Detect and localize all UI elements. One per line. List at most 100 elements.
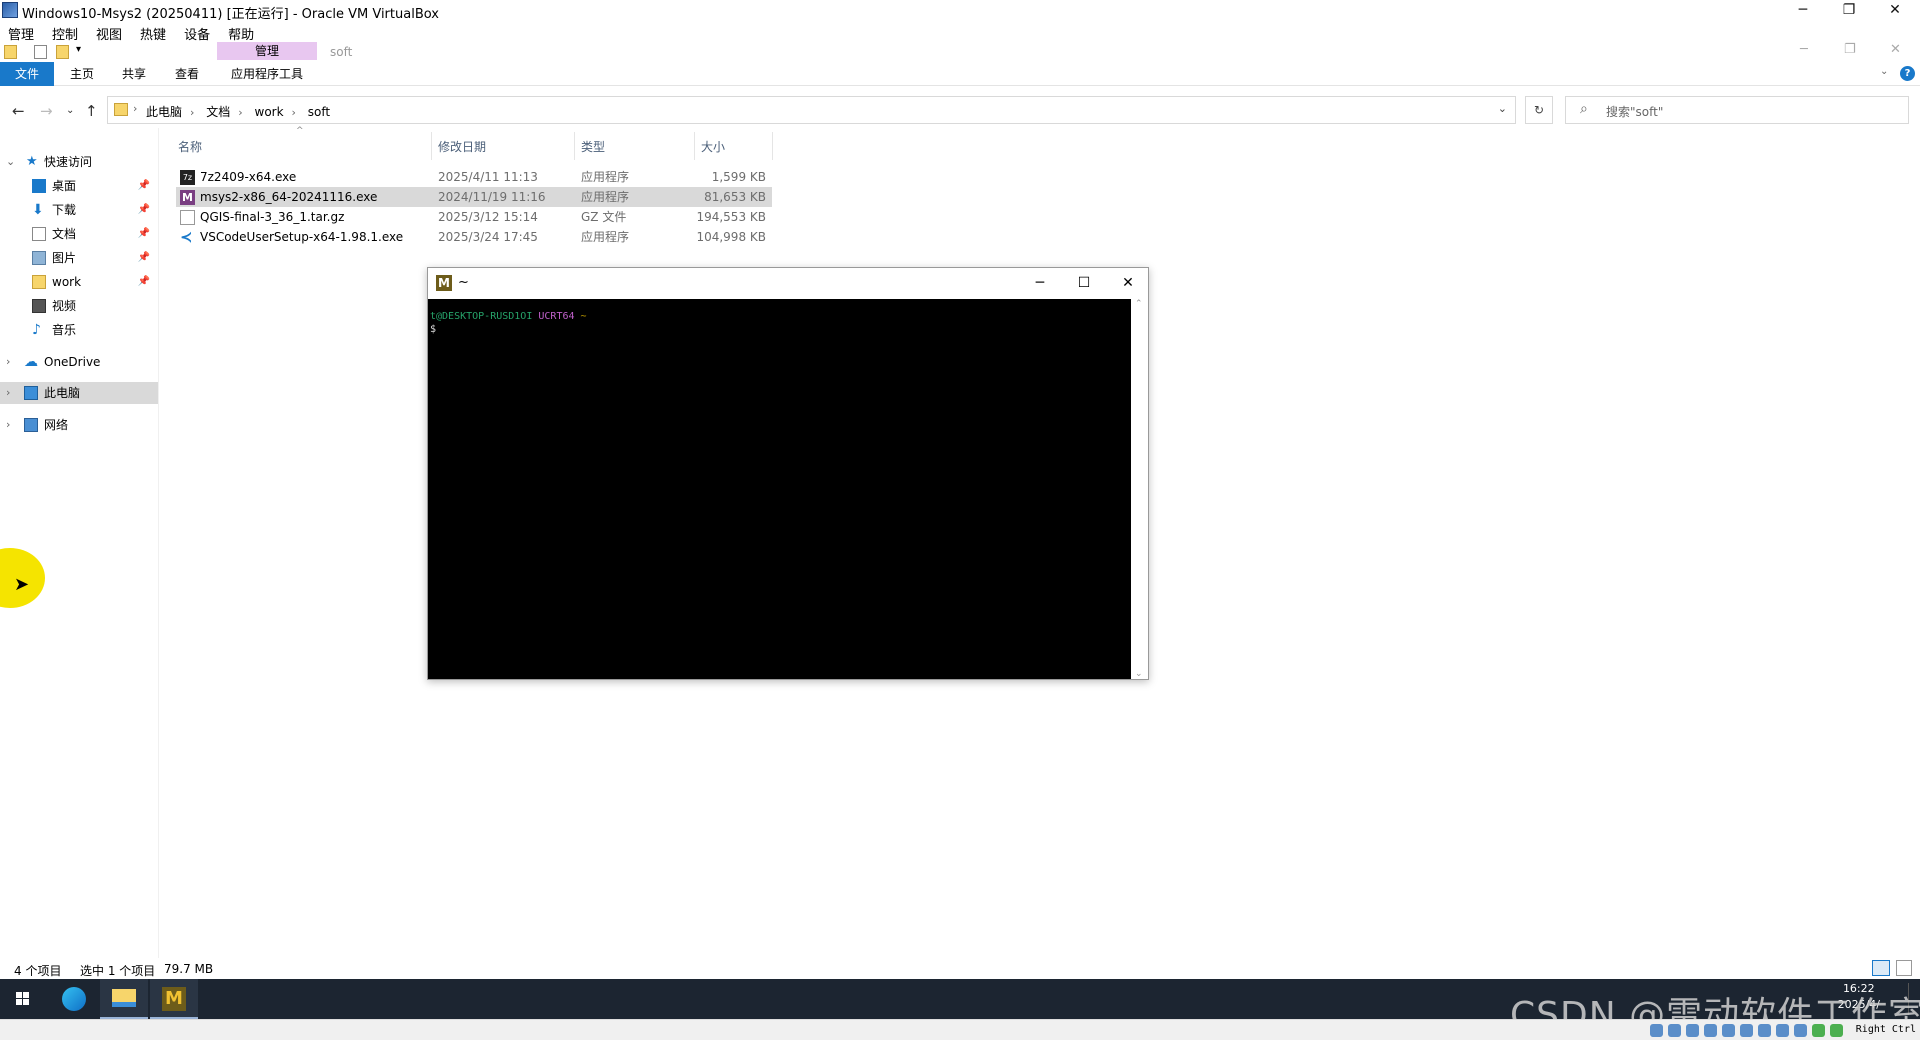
nav-network[interactable]: › 网络 — [0, 414, 158, 436]
display-icon[interactable] — [1758, 1024, 1771, 1037]
chevron-down-icon[interactable]: ⌄ — [1498, 102, 1507, 115]
properties-icon[interactable] — [34, 45, 47, 59]
address-bar[interactable]: › 此电脑 › 文档 › work › soft ⌄ — [107, 96, 1516, 124]
optical-drive-icon[interactable] — [1668, 1024, 1681, 1037]
column-type[interactable]: 类型 — [581, 138, 605, 155]
breadcrumb-soft[interactable]: soft — [308, 105, 330, 119]
tab-home[interactable]: 主页 — [58, 62, 106, 86]
nav-work[interactable]: work 📌 — [0, 271, 158, 293]
breadcrumb-work[interactable]: work — [255, 105, 284, 119]
chevron-right-icon[interactable]: › — [6, 414, 10, 436]
terminal-minimize-button[interactable]: ─ — [1018, 272, 1062, 294]
tab-file[interactable]: 文件 — [0, 62, 54, 86]
menu-control[interactable]: 控制 — [44, 22, 88, 43]
recent-locations-icon[interactable]: ⌄ — [66, 105, 74, 116]
shared-folders-icon[interactable] — [1740, 1024, 1753, 1037]
explorer-restore-button[interactable]: ❐ — [1844, 42, 1856, 57]
menu-help[interactable]: 帮助 — [220, 22, 264, 43]
nav-documents[interactable]: 文档 📌 — [0, 223, 158, 245]
terminal-titlebar[interactable]: M ~ ─ ☐ ✕ — [428, 268, 1148, 298]
refresh-button[interactable]: ↻ — [1525, 96, 1553, 124]
nav-downloads[interactable]: ⬇ 下载 📌 — [0, 199, 158, 221]
scroll-down-icon[interactable]: ⌄ — [1135, 669, 1143, 679]
terminal-maximize-button[interactable]: ☐ — [1062, 272, 1106, 294]
menu-view[interactable]: 视图 — [88, 22, 132, 43]
file-row[interactable]: M msys2-x86_64-20241116.exe 2024/11/19 1… — [176, 187, 772, 207]
pin-icon[interactable]: 📌 — [138, 199, 150, 221]
back-arrow-icon[interactable]: ← — [12, 102, 25, 120]
hdd-icon[interactable] — [1650, 1024, 1663, 1037]
column-size[interactable]: 大小 — [701, 138, 725, 155]
file-row[interactable]: QGIS-final-3_36_1.tar.gz 2025/3/12 15:14… — [176, 207, 772, 227]
menu-manage[interactable]: 管理 — [0, 22, 44, 43]
chevron-right-icon[interactable]: › — [6, 351, 10, 373]
chevron-right-icon[interactable]: › — [292, 106, 296, 119]
terminal-screen[interactable]: t@DESKTOP-RUSD1OI UCRT64 ~ $ — [428, 299, 1131, 679]
keyboard-icon[interactable] — [1830, 1024, 1843, 1037]
explorer-close-button[interactable]: ✕ — [1890, 42, 1901, 57]
forward-arrow-icon[interactable]: → — [40, 102, 53, 120]
restore-button[interactable]: ❐ — [1826, 0, 1872, 22]
usb-icon[interactable] — [1722, 1024, 1735, 1037]
details-view-icon[interactable] — [1872, 960, 1890, 976]
terminal-close-button[interactable]: ✕ — [1106, 272, 1150, 294]
cpu-icon[interactable] — [1794, 1024, 1807, 1037]
pin-icon[interactable]: 📌 — [138, 247, 150, 269]
network-adapter-icon[interactable] — [1704, 1024, 1717, 1037]
tab-view[interactable]: 查看 — [162, 62, 212, 86]
tab-app-tools[interactable]: 应用程序工具 — [217, 62, 317, 86]
nav-music[interactable]: ♪ 音乐 — [0, 319, 158, 341]
pin-icon[interactable]: 📌 — [138, 223, 150, 245]
nav-pictures[interactable]: 图片 📌 — [0, 247, 158, 269]
column-divider[interactable] — [574, 132, 575, 160]
breadcrumb-documents[interactable]: 文档 — [206, 105, 230, 119]
explorer-minimize-button[interactable]: ─ — [1800, 42, 1808, 57]
nav-desktop[interactable]: 桌面 📌 — [0, 175, 158, 197]
pin-icon[interactable]: 📌 — [138, 175, 150, 197]
nav-quick-access[interactable]: ⌄ ★ 快速访问 — [0, 151, 158, 173]
chevron-right-icon[interactable]: › — [238, 106, 242, 119]
column-modified[interactable]: 修改日期 — [438, 138, 486, 155]
chevron-right-icon[interactable]: › — [190, 106, 194, 119]
column-divider[interactable] — [694, 132, 695, 160]
music-icon: ♪ — [32, 322, 41, 338]
pin-icon[interactable]: 📌 — [138, 271, 150, 293]
nav-this-pc[interactable]: › 此电脑 — [0, 382, 158, 404]
chevron-right-icon[interactable]: › — [133, 102, 137, 115]
msys2-taskbar-icon[interactable]: M — [150, 979, 198, 1019]
mouse-integration-icon[interactable] — [1812, 1024, 1825, 1037]
menu-devices[interactable]: 设备 — [176, 22, 220, 43]
tab-share[interactable]: 共享 — [110, 62, 158, 86]
column-divider[interactable] — [772, 132, 773, 160]
folder-icon[interactable] — [4, 45, 17, 59]
large-icons-view-icon[interactable] — [1896, 960, 1912, 976]
breadcrumb-this-pc[interactable]: 此电脑 — [146, 105, 182, 119]
help-icon[interactable]: ? — [1900, 66, 1915, 81]
recording-icon[interactable] — [1776, 1024, 1789, 1037]
up-arrow-icon[interactable]: ↑ — [85, 102, 98, 120]
audio-icon[interactable] — [1686, 1024, 1699, 1037]
computer-icon — [24, 386, 38, 400]
file-row[interactable]: 7z 7z2409-x64.exe 2025/4/11 11:13 应用程序 1… — [176, 167, 772, 187]
edge-icon[interactable] — [50, 979, 98, 1019]
terminal-window[interactable]: M ~ ─ ☐ ✕ t@DESKTOP-RUSD1OI UCRT64 ~ $ ⌃… — [427, 267, 1149, 680]
customize-qat-icon[interactable]: ▾ — [76, 44, 81, 55]
menu-hotkey[interactable]: 热键 — [132, 22, 176, 43]
minimize-button[interactable]: ─ — [1780, 0, 1826, 22]
column-divider[interactable] — [431, 132, 432, 160]
nav-onedrive[interactable]: › ☁ OneDrive — [0, 351, 158, 373]
file-explorer-icon[interactable] — [100, 979, 148, 1019]
expand-ribbon-icon[interactable]: ⌄ — [1880, 66, 1888, 77]
new-folder-icon[interactable] — [56, 45, 69, 59]
scroll-up-icon[interactable]: ⌃ — [1135, 299, 1143, 309]
file-row[interactable]: ≺ VSCodeUserSetup-x64-1.98.1.exe 2025/3/… — [176, 227, 772, 247]
chevron-down-icon[interactable]: ⌄ — [6, 151, 15, 173]
column-name[interactable]: 名称 — [178, 138, 202, 155]
chevron-right-icon[interactable]: › — [6, 382, 10, 404]
nav-videos[interactable]: 视频 — [0, 295, 158, 317]
terminal-scrollbar[interactable]: ⌃ ⌄ — [1131, 299, 1148, 679]
start-button[interactable] — [0, 979, 48, 1019]
search-input[interactable]: ⌕ 搜索"soft" — [1565, 96, 1909, 124]
nav-label: 快速访问 — [44, 155, 93, 169]
close-button[interactable]: ✕ — [1872, 0, 1918, 22]
